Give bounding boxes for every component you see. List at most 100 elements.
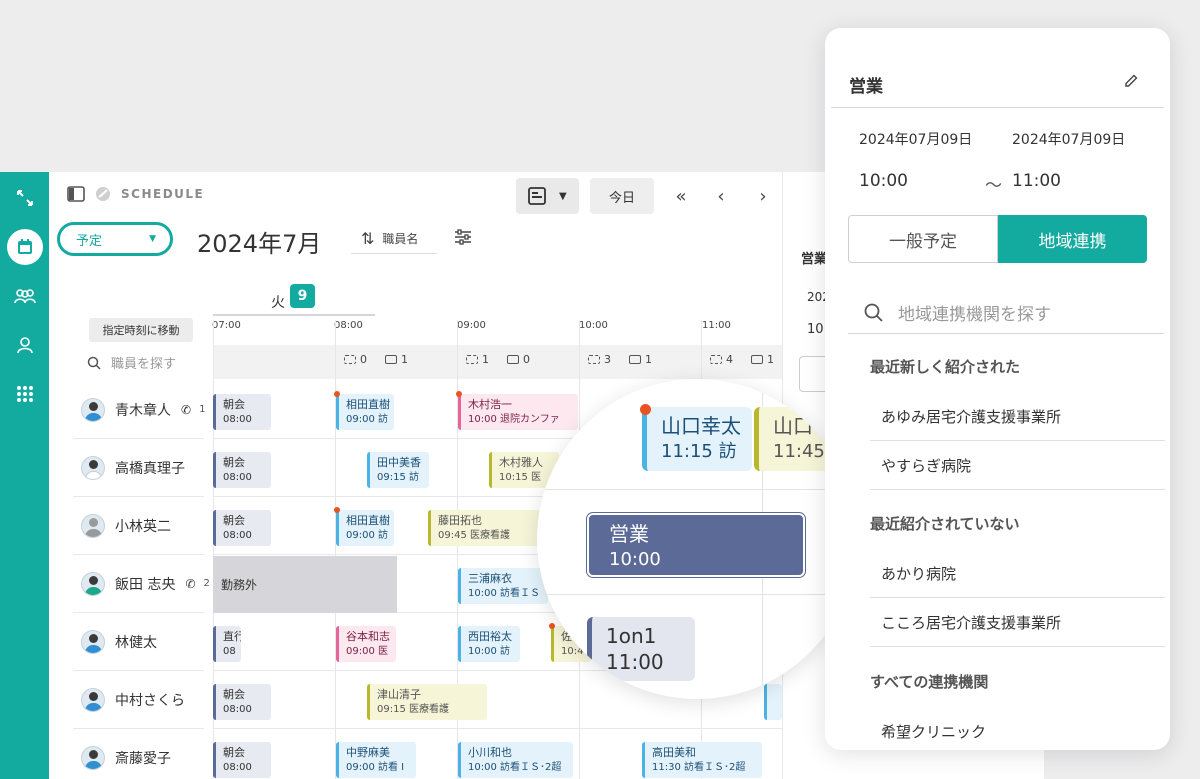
hour-label: 11:00 [702, 320, 731, 331]
start-date[interactable]: 2024年07月09日 [859, 129, 972, 149]
staff-search-input[interactable]: 職員を探す [87, 353, 176, 372]
partner-list-item[interactable]: こころ居宅介護支援事業所 [870, 598, 1165, 647]
end-date[interactable]: 2024年07月09日 [1012, 129, 1125, 149]
event-card-partial[interactable] [764, 684, 782, 720]
event-card[interactable]: 相田直樹 09:00 訪 [336, 394, 394, 430]
day-weekday: 火 [271, 295, 285, 311]
caret-down-icon: ▼ [149, 234, 156, 244]
user-icon[interactable] [0, 325, 49, 365]
zoom-event-card[interactable]: 1on1 11:00 [587, 617, 695, 681]
tab-general[interactable]: 一般予定 [848, 215, 998, 263]
expand-icon[interactable] [0, 178, 49, 218]
zoom-event-card[interactable]: 山口幸太 11:15 訪 [642, 407, 752, 471]
count-cell: 1 0 [466, 353, 530, 366]
app-stage: SCHEDULE ▼ 今日 « ‹ › 予定 ▼ 2024年7月 ⇅ 職員名 火… [0, 0, 1200, 779]
logo-icon [96, 187, 110, 201]
staff-name: 中村さくら [115, 692, 185, 709]
staff-row[interactable]: 飯田 志央 ✆ 2 [73, 555, 210, 613]
hour-label: 07:00 [212, 320, 241, 331]
hour-label: 10:00 [579, 320, 608, 331]
panel-title: 営業 [849, 77, 883, 97]
event-card[interactable]: 西田裕太 10:00 訪 [458, 626, 520, 662]
marker-dot [456, 391, 462, 397]
event-card[interactable]: 朝会 08:00 [213, 394, 271, 430]
event-card[interactable]: 朝会 08:00 [213, 510, 271, 546]
visit-icon [751, 355, 763, 364]
today-button[interactable]: 今日 [590, 178, 654, 214]
staff-row[interactable]: 小林英二 [73, 497, 204, 555]
event-card[interactable]: 三浦麻衣 10:00 訪看ＩＳ [458, 568, 548, 604]
jump-to-time-button[interactable]: 指定時刻に移動 [89, 318, 193, 342]
detail-title: 営業 [801, 252, 828, 267]
nav-rail [0, 172, 49, 779]
staff-row[interactable]: 中村さくら [73, 671, 204, 729]
staff-row[interactable]: 高橋真理子 [73, 439, 204, 497]
visit-icon [507, 355, 519, 364]
partner-search-input[interactable]: 地域連携機関を探す [848, 292, 1164, 334]
event-card[interactable]: 朝会 08:00 [213, 742, 271, 778]
start-time[interactable]: 10:00 [859, 171, 908, 191]
event-card[interactable]: 朝会 08:00 [213, 684, 271, 720]
event-card[interactable]: 直行08 [213, 626, 241, 662]
sort-icon: ⇅ [361, 229, 375, 248]
hour-label: 08:00 [334, 320, 363, 331]
off-work-block[interactable]: 勤務外 [213, 556, 397, 613]
partner-list-item[interactable]: あかり病院 [870, 549, 1165, 598]
event-card[interactable]: 小川和也 10:00 訪看ＩＳ･2超 [458, 742, 573, 778]
outing-icon [710, 355, 722, 364]
staff-name: 青木章人 [115, 402, 171, 419]
event-card[interactable]: 田中美香 09:15 訪 [367, 452, 429, 488]
partner-list-item[interactable]: 希望クリニック [870, 707, 1165, 750]
count-cell: 3 1 [588, 353, 652, 366]
sort-button[interactable]: ⇅ 職員名 [351, 224, 437, 254]
event-card[interactable]: 木村浩一 10:00 退院カンファ [458, 394, 578, 430]
partner-list-item[interactable]: やすらぎ病院 [870, 441, 1165, 490]
end-time[interactable]: 11:00 [1012, 171, 1061, 191]
sidebar-toggle-icon[interactable] [67, 186, 85, 202]
staff-row[interactable]: 青木章人 ✆ 1 [73, 381, 205, 439]
team-icon[interactable] [0, 276, 49, 316]
apps-grid-icon[interactable] [0, 374, 49, 414]
outing-icon [344, 355, 356, 364]
double-chevron-left-icon[interactable]: « [667, 182, 695, 210]
avatar [81, 455, 105, 480]
day-number-badge[interactable]: 9 [290, 284, 315, 308]
calendar-icon [6, 229, 43, 265]
filter-sliders-icon[interactable] [453, 228, 473, 250]
event-card[interactable]: 津山清子 09:15 医療看護 [367, 684, 487, 720]
month-title: 2024年7月 [197, 230, 322, 258]
event-card[interactable]: 中野麻美 09:00 訪看 I [336, 742, 416, 778]
event-card[interactable]: 高田美和 11:30 訪看ＩＳ･2超 [642, 742, 762, 778]
edit-pencil-icon[interactable] [1123, 73, 1139, 93]
view-switch-button[interactable]: ▼ [516, 178, 579, 214]
brand: SCHEDULE [67, 186, 204, 202]
zoom-selected-event-card[interactable]: 営業 10:00 [587, 513, 805, 577]
count-cell: 0 1 [344, 353, 408, 366]
hour-gridline [335, 320, 336, 779]
avatar [81, 687, 105, 712]
staff-row[interactable]: 林健太 [73, 613, 204, 671]
outing-icon [588, 355, 600, 364]
marker-dot [334, 391, 340, 397]
tab-regional[interactable]: 地域連携 [998, 215, 1147, 263]
section-heading: 最近新しく紹介された [870, 358, 1021, 376]
partner-search-placeholder: 地域連携機関を探す [898, 305, 1051, 325]
staff-row[interactable]: 斎藤愛子 [73, 729, 204, 779]
calendar-nav-button[interactable] [0, 227, 49, 267]
event-edit-panel: 営業 2024年07月09日 2024年07月09日 10:00 〜 11:00… [825, 28, 1170, 750]
time-range-separator: 〜 [985, 176, 1002, 196]
partner-list-item[interactable]: あゆみ居宅介護支援事業所 [870, 392, 1165, 441]
staff-search-placeholder: 職員を探す [111, 357, 177, 372]
event-card[interactable]: 朝会 08:00 [213, 452, 271, 488]
event-card[interactable]: 谷本和志 09:00 医 [336, 626, 396, 662]
outing-icon [466, 355, 478, 364]
schedule-type-select[interactable]: 予定 ▼ [57, 222, 173, 256]
chevron-left-icon[interactable]: ‹ [707, 182, 735, 210]
event-card[interactable]: 相田直樹 09:00 訪 [336, 510, 394, 546]
chevron-right-icon[interactable]: › [749, 182, 777, 210]
layout-icon [528, 187, 547, 205]
search-icon [864, 303, 883, 322]
marker-dot [334, 507, 340, 513]
event-card[interactable]: 藤田拓也 09:45 医療看護 [428, 510, 548, 546]
marker-dot [549, 623, 555, 629]
